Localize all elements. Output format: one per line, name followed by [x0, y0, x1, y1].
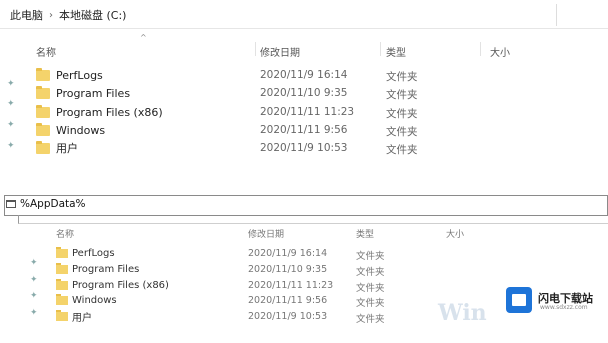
sort-up-icon: ^	[140, 33, 147, 42]
item-name: Windows	[72, 294, 117, 306]
pin-icon[interactable]: ✦	[7, 142, 15, 151]
pin-icon[interactable]: ✦	[7, 80, 15, 89]
watermark-site: www.sdxzz.com	[540, 304, 588, 311]
column-header-type[interactable]: 类型	[356, 227, 374, 240]
item-name: Windows	[56, 123, 106, 137]
item-type: 文件夹	[356, 314, 385, 325]
item-type: 文件夹	[386, 108, 418, 120]
item-type: 文件夹	[356, 267, 385, 278]
item-date: 2020/11/9 10:53	[248, 311, 328, 322]
breadcrumb-local-disk[interactable]: 本地磁盘 (C:)	[59, 7, 126, 23]
column-divider[interactable]	[380, 42, 381, 56]
column-divider[interactable]	[480, 42, 481, 56]
item-type: 文件夹	[356, 298, 385, 309]
item-type: 文件夹	[356, 251, 385, 262]
item-date: 2020/11/9 16:14	[248, 248, 328, 259]
item-name: PerfLogs	[56, 68, 103, 82]
folder-icon	[36, 85, 50, 99]
folder-icon	[36, 122, 50, 136]
breadcrumb-separator: ›	[49, 9, 53, 21]
list-item[interactable]: 用户	[56, 309, 92, 324]
item-date: 2020/11/11 9:56	[260, 124, 348, 136]
item-type: 文件夹	[386, 144, 418, 156]
item-date: 2020/11/11 11:23	[260, 106, 355, 118]
list-item[interactable]: Program Files	[36, 85, 256, 101]
item-name: Program Files	[72, 263, 140, 275]
folder-icon	[36, 104, 50, 118]
pin-icon[interactable]: ✦	[30, 276, 38, 285]
item-date: 2020/11/9 16:14	[260, 69, 348, 81]
column-header-date[interactable]: 修改日期	[248, 227, 284, 240]
list-item[interactable]: 用户	[36, 140, 256, 156]
breadcrumb-this-pc[interactable]: 此电脑	[10, 7, 43, 23]
pin-icon[interactable]: ✦	[7, 100, 15, 109]
watermark-win: Win	[438, 300, 487, 326]
column-header-size[interactable]: 大小	[446, 227, 464, 240]
item-name: 用户	[72, 312, 92, 324]
pin-icon[interactable]: ✦	[7, 121, 15, 130]
folder-icon	[56, 262, 68, 274]
item-name: Program Files	[56, 86, 131, 100]
item-date: 2020/11/11 9:56	[248, 295, 328, 306]
item-type: 文件夹	[386, 89, 418, 101]
list-item[interactable]: Windows	[36, 122, 256, 138]
address-input[interactable]: %AppData%	[20, 198, 86, 210]
list-item[interactable]: Program Files (x86)	[56, 278, 169, 292]
folder-icon	[36, 140, 50, 154]
folder-icon	[36, 67, 50, 81]
address-bar[interactable]	[4, 195, 608, 216]
list-item[interactable]: PerfLogs	[36, 67, 256, 83]
column-header-size[interactable]: 大小	[490, 44, 510, 59]
column-header-date[interactable]: 修改日期	[260, 44, 300, 59]
drive-icon	[6, 200, 16, 208]
pin-icon[interactable]: ✦	[30, 309, 38, 318]
item-date: 2020/11/11 11:23	[248, 280, 334, 291]
item-date: 2020/11/9 10:53	[260, 142, 348, 154]
item-type: 文件夹	[386, 71, 418, 83]
brand-logo-icon	[506, 287, 532, 313]
list-item[interactable]: Windows	[56, 293, 117, 307]
item-name: Program Files (x86)	[56, 105, 163, 119]
column-header-name[interactable]: 名称	[36, 44, 56, 59]
column-header-name[interactable]: 名称	[56, 227, 74, 240]
search-box[interactable]	[556, 4, 608, 26]
folder-icon	[56, 278, 68, 290]
item-name: Program Files (x86)	[72, 279, 169, 291]
folder-icon	[56, 246, 68, 258]
pin-icon[interactable]: ✦	[30, 292, 38, 301]
item-date: 2020/11/10 9:35	[260, 87, 348, 99]
item-name: 用户	[56, 142, 78, 155]
address-dropdown	[18, 215, 608, 224]
column-divider[interactable]	[255, 42, 256, 56]
breadcrumb: 此电脑 › 本地磁盘 (C:)	[10, 7, 126, 23]
list-item[interactable]: Program Files (x86)	[36, 104, 256, 120]
folder-icon	[56, 293, 68, 305]
column-header-type[interactable]: 类型	[386, 44, 406, 59]
item-date: 2020/11/10 9:35	[248, 264, 328, 275]
pin-icon[interactable]: ✦	[30, 259, 38, 268]
divider	[0, 28, 608, 29]
item-name: PerfLogs	[72, 247, 115, 259]
item-type: 文件夹	[356, 283, 385, 294]
list-item[interactable]: PerfLogs	[56, 246, 115, 260]
list-item[interactable]: Program Files	[56, 262, 139, 276]
item-type: 文件夹	[386, 126, 418, 138]
folder-icon	[56, 309, 68, 321]
